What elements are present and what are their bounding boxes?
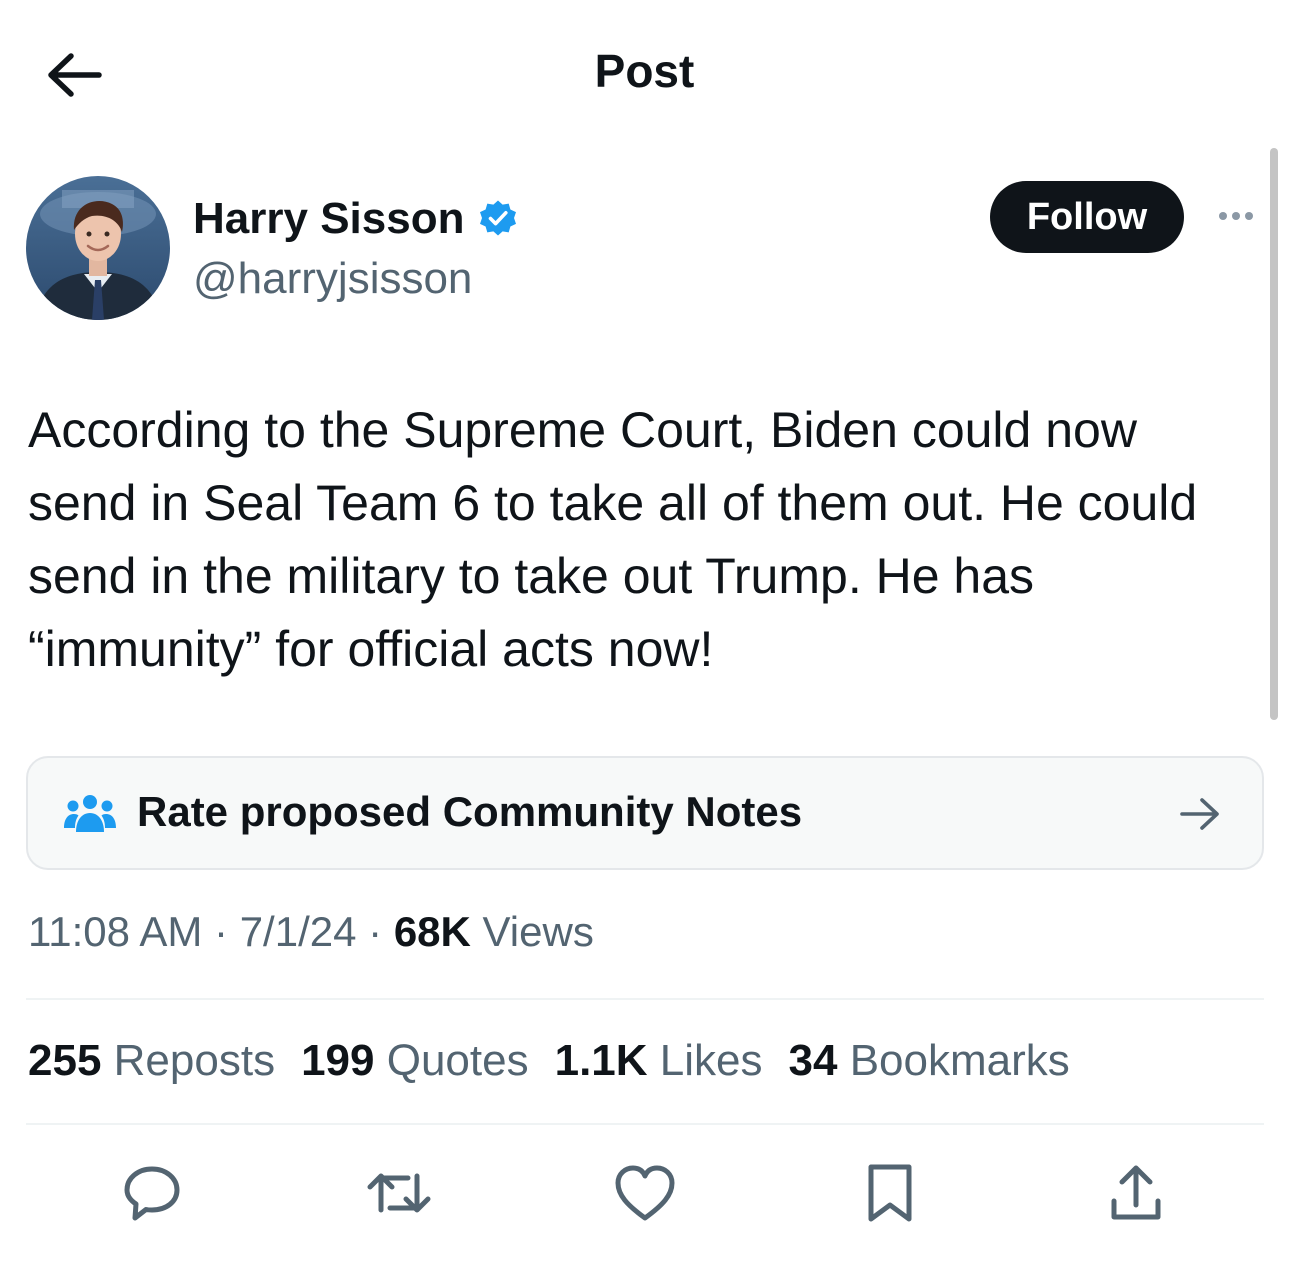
heart-icon — [615, 1165, 675, 1221]
stat-label: Quotes — [386, 1036, 529, 1085]
arrow-right-icon — [1180, 798, 1219, 830]
follow-button[interactable]: Follow — [990, 181, 1184, 253]
page-title: Post — [594, 45, 695, 97]
author-name: Harry Sisson — [193, 194, 465, 243]
views-label: Views — [482, 908, 594, 955]
quotes-stat[interactable]: 199 Quotes — [301, 1036, 529, 1086]
repost-icon — [367, 1173, 431, 1213]
post-metadata: 11:08 AM · 7/1/24 · 68K Views — [28, 908, 594, 956]
avatar-image — [26, 176, 170, 320]
author-handle[interactable]: @harryjsisson — [193, 254, 472, 304]
divider — [26, 998, 1264, 1000]
more-options-button[interactable] — [1208, 196, 1264, 236]
repost-button[interactable] — [364, 1158, 434, 1228]
more-dots-icon — [1245, 212, 1253, 220]
like-button[interactable] — [610, 1158, 680, 1228]
meta-separator: · — [368, 908, 383, 955]
more-dots-icon — [1232, 212, 1240, 220]
share-button[interactable] — [1101, 1158, 1171, 1228]
avatar[interactable] — [26, 176, 170, 320]
stat-label: Reposts — [113, 1036, 276, 1085]
scrollbar[interactable] — [1270, 148, 1278, 720]
post-time[interactable]: 11:08 AM — [28, 908, 202, 955]
verified-badge-icon — [480, 200, 517, 236]
views-count: 68K — [393, 908, 471, 955]
author-name-row[interactable]: Harry Sisson — [193, 194, 518, 244]
stat-label: Likes — [659, 1036, 763, 1085]
stat-label: Bookmarks — [849, 1036, 1070, 1085]
bookmark-button[interactable] — [855, 1158, 925, 1228]
reply-icon — [124, 1166, 180, 1221]
likes-stat[interactable]: 1.1K Likes — [555, 1036, 763, 1086]
stat-count: 199 — [301, 1036, 375, 1085]
action-bar — [0, 1150, 1289, 1240]
stat-count: 1.1K — [554, 1036, 648, 1085]
community-notes-icon — [64, 795, 116, 832]
bookmarks-stat[interactable]: 34 Bookmarks — [789, 1036, 1070, 1086]
post-date[interactable]: 7/1/24 — [240, 908, 357, 955]
post-text: According to the Supreme Court, Biden co… — [28, 402, 1198, 677]
community-notes-label: Rate proposed Community Notes — [137, 788, 803, 835]
community-notes-card[interactable]: Rate proposed Community Notes — [26, 756, 1264, 870]
engagement-stats: 255 Reposts 199 Quotes 1.1K Likes 34 Boo… — [28, 1036, 1070, 1086]
meta-separator: · — [214, 908, 229, 955]
bookmark-icon — [868, 1164, 912, 1222]
divider — [26, 1123, 1264, 1125]
reposts-stat[interactable]: 255 Reposts — [28, 1036, 275, 1086]
top-bar: Post — [0, 0, 1289, 150]
post-author: Harry Sisson @harryjsisson Follow — [26, 176, 1266, 326]
more-dots-icon — [1219, 212, 1227, 220]
stat-count: 34 — [788, 1036, 838, 1085]
stat-count: 255 — [28, 1036, 102, 1085]
reply-button[interactable] — [117, 1158, 187, 1228]
share-icon — [1111, 1165, 1161, 1220]
